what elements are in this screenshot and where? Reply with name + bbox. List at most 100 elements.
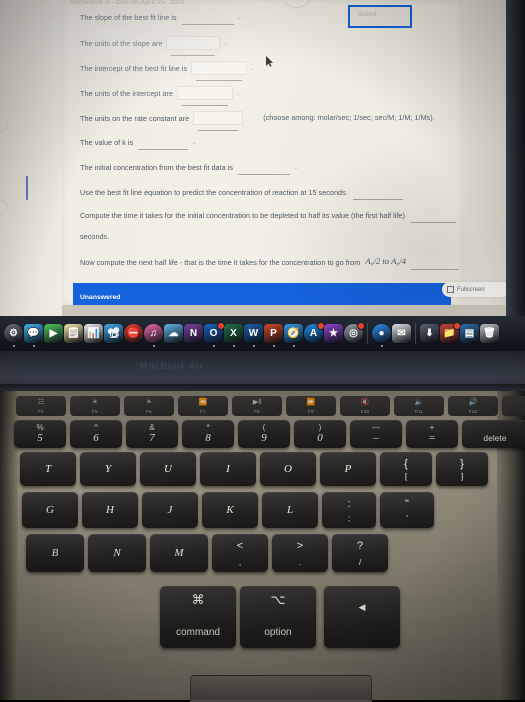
arrow-left-key[interactable]: ◀	[324, 586, 400, 648]
key-9[interactable]: (9	[238, 420, 290, 448]
key-sym-slash[interactable]: ? /	[332, 534, 388, 572]
fullscreen-button[interactable]: Fullscreen	[442, 282, 511, 297]
answer-box[interactable]	[191, 61, 248, 81]
key-8[interactable]: * 8	[182, 420, 234, 448]
dock-item-do-not-disturb[interactable]: ⛔	[124, 324, 143, 343]
key-f9[interactable]: ⏩ F9	[286, 396, 336, 416]
key-g[interactable]: G	[22, 492, 78, 528]
key-sym-comma[interactable]: <,	[212, 534, 268, 572]
rewind-icon: ⏪	[198, 399, 208, 406]
answer-blank[interactable]	[352, 188, 403, 200]
key-k[interactable]: K	[202, 492, 258, 528]
trackpad[interactable]	[190, 675, 372, 702]
key-l[interactable]: L	[262, 492, 318, 528]
scroll-position-marker[interactable]	[26, 176, 28, 200]
key-=[interactable]: + =	[406, 420, 458, 448]
key-y[interactable]: Y	[80, 452, 136, 486]
key-0[interactable]: ) 0	[294, 420, 346, 448]
key-f5[interactable]: ☀ F5	[70, 396, 120, 416]
dock-item-trash[interactable]: 🗑	[480, 324, 499, 343]
key-f12[interactable]: 🔊 F12	[448, 396, 498, 416]
dock-item-word[interactable]: W	[244, 324, 263, 347]
dock-item-keynote[interactable]: 📽	[104, 324, 123, 343]
dock-item-safari[interactable]: 🧭	[284, 324, 303, 347]
dock-item-messages[interactable]: 💬	[24, 324, 43, 347]
key-label: I	[226, 463, 230, 475]
keyboard-modifier-row[interactable]: ⌘ command ⌥ option ◀	[160, 586, 400, 648]
keyboard-function-row[interactable]: ☷ F4 ☀ F5 ☀ F6 ⏪ F7 ▶‖ F8 ⏩ F9 🔇 F10 🔈 F11 🔊 F12	[16, 396, 525, 416]
answer-blank[interactable]	[237, 163, 290, 175]
key-power[interactable]	[502, 396, 525, 416]
key-delete[interactable]: delete	[462, 420, 525, 448]
dock-item-folder-desktop[interactable]: ▤	[460, 324, 479, 343]
key-5[interactable]: % 5	[14, 420, 66, 448]
dock-item-preview[interactable]: ◎	[344, 322, 365, 343]
key-p[interactable]: P	[320, 452, 376, 486]
key-sym-quote[interactable]: " '	[380, 492, 434, 528]
key-label: N	[113, 547, 121, 559]
dock-item-numbers[interactable]: 📊	[84, 324, 103, 343]
key-–[interactable]: — –	[350, 420, 402, 448]
dock-item-powerpoint[interactable]: P	[264, 324, 283, 347]
answer-blank[interactable]	[409, 211, 456, 223]
dock-item-notes[interactable]: 🗒	[64, 324, 83, 343]
question-row: The value of k is .	[62, 136, 462, 150]
key-f6[interactable]: ☀ F6	[124, 396, 174, 416]
answer-box[interactable]	[193, 111, 244, 131]
dock-item-itunes-star[interactable]: ★	[324, 324, 343, 343]
key-f4[interactable]: ☷ F4	[16, 396, 66, 416]
key-m[interactable]: M	[150, 534, 208, 572]
answer-blank[interactable]	[181, 13, 234, 25]
dock-item-facetime[interactable]: ▶	[44, 324, 63, 343]
key-j[interactable]: J	[142, 492, 198, 528]
key-label: ;	[347, 513, 351, 523]
key-7[interactable]: & 7	[126, 420, 178, 448]
macos-dock[interactable]: ⚙ 💬 ▶ 🗒 📊 📽 ⛔ ♫ ☁ N O X W P 🧭 A ★ ◎ ● ✉ ⬇ 📁 ▤ 🗑	[4, 318, 499, 349]
key-command[interactable]: ⌘ command	[160, 586, 236, 648]
answer-blank[interactable]	[138, 138, 189, 150]
key-n[interactable]: N	[88, 534, 146, 572]
answer-box[interactable]	[166, 36, 221, 56]
key-f7[interactable]: ⏪ F7	[178, 396, 228, 416]
key-t[interactable]: T	[20, 452, 76, 486]
key-6[interactable]: ^ 6	[70, 420, 122, 448]
key-sym-period[interactable]: >.	[272, 534, 328, 572]
answer-blank[interactable]	[411, 258, 460, 271]
keyboard-qwerty-row[interactable]: T Y U I O P {[}]	[20, 452, 488, 486]
word-icon: W	[248, 328, 259, 339]
key-bracket-][interactable]: }]	[436, 452, 488, 486]
keyboard-number-row[interactable]: % 5 ^ 6 & 7 * 8(9) 0— – + = delete	[14, 420, 525, 448]
key-label: [	[404, 471, 408, 481]
keyboard-home-row[interactable]: G H J K L:; " '	[22, 492, 434, 528]
key-i[interactable]: I	[200, 452, 256, 486]
dock-item-mail-stack[interactable]: ✉	[392, 324, 411, 343]
dock-item-folder-downloads[interactable]: ⬇	[420, 324, 439, 343]
homework-page: Homework 4 - Due on April 25, 2019 The s…	[62, 0, 462, 305]
dock-running-indicator	[212, 345, 215, 347]
key-f8[interactable]: ▶‖ F8	[232, 396, 282, 416]
dock-item-system-preferences[interactable]: ⚙	[4, 324, 23, 347]
keyboard-bottom-letter-row[interactable]: B N M <, >.? /	[26, 534, 388, 572]
key-u[interactable]: U	[140, 452, 196, 486]
key-bracket-[[interactable]: {[	[380, 452, 432, 486]
key-option[interactable]: ⌥ option	[240, 586, 316, 648]
dock-item-onenote[interactable]: N	[184, 324, 203, 343]
key-sym-semicolon[interactable]: :;	[322, 492, 376, 528]
dock-item-app-store[interactable]: A	[304, 322, 325, 343]
dock-item-folder-documents[interactable]: 📁	[440, 322, 461, 343]
key-f10[interactable]: 🔇 F10	[340, 396, 390, 416]
key-f11[interactable]: 🔈 F11	[394, 396, 444, 416]
dock-item-itunes[interactable]: ♫	[144, 324, 163, 347]
key-h[interactable]: H	[82, 492, 138, 528]
dock-item-excel[interactable]: X	[224, 324, 243, 347]
key-o[interactable]: O	[260, 452, 316, 486]
answer-box[interactable]	[176, 86, 233, 106]
dock-item-chrome[interactable]: ●	[372, 324, 391, 347]
question-row: Now compute the next half life - that is…	[62, 256, 462, 271]
key-b[interactable]: B	[26, 534, 84, 572]
key-label: '	[406, 513, 408, 523]
dock-item-icloud-drive[interactable]: ☁	[164, 324, 183, 343]
key-shift-label: ?	[356, 540, 364, 552]
dock-item-outlook[interactable]: O	[204, 322, 225, 347]
submit-button[interactable]: Submit	[348, 5, 412, 28]
